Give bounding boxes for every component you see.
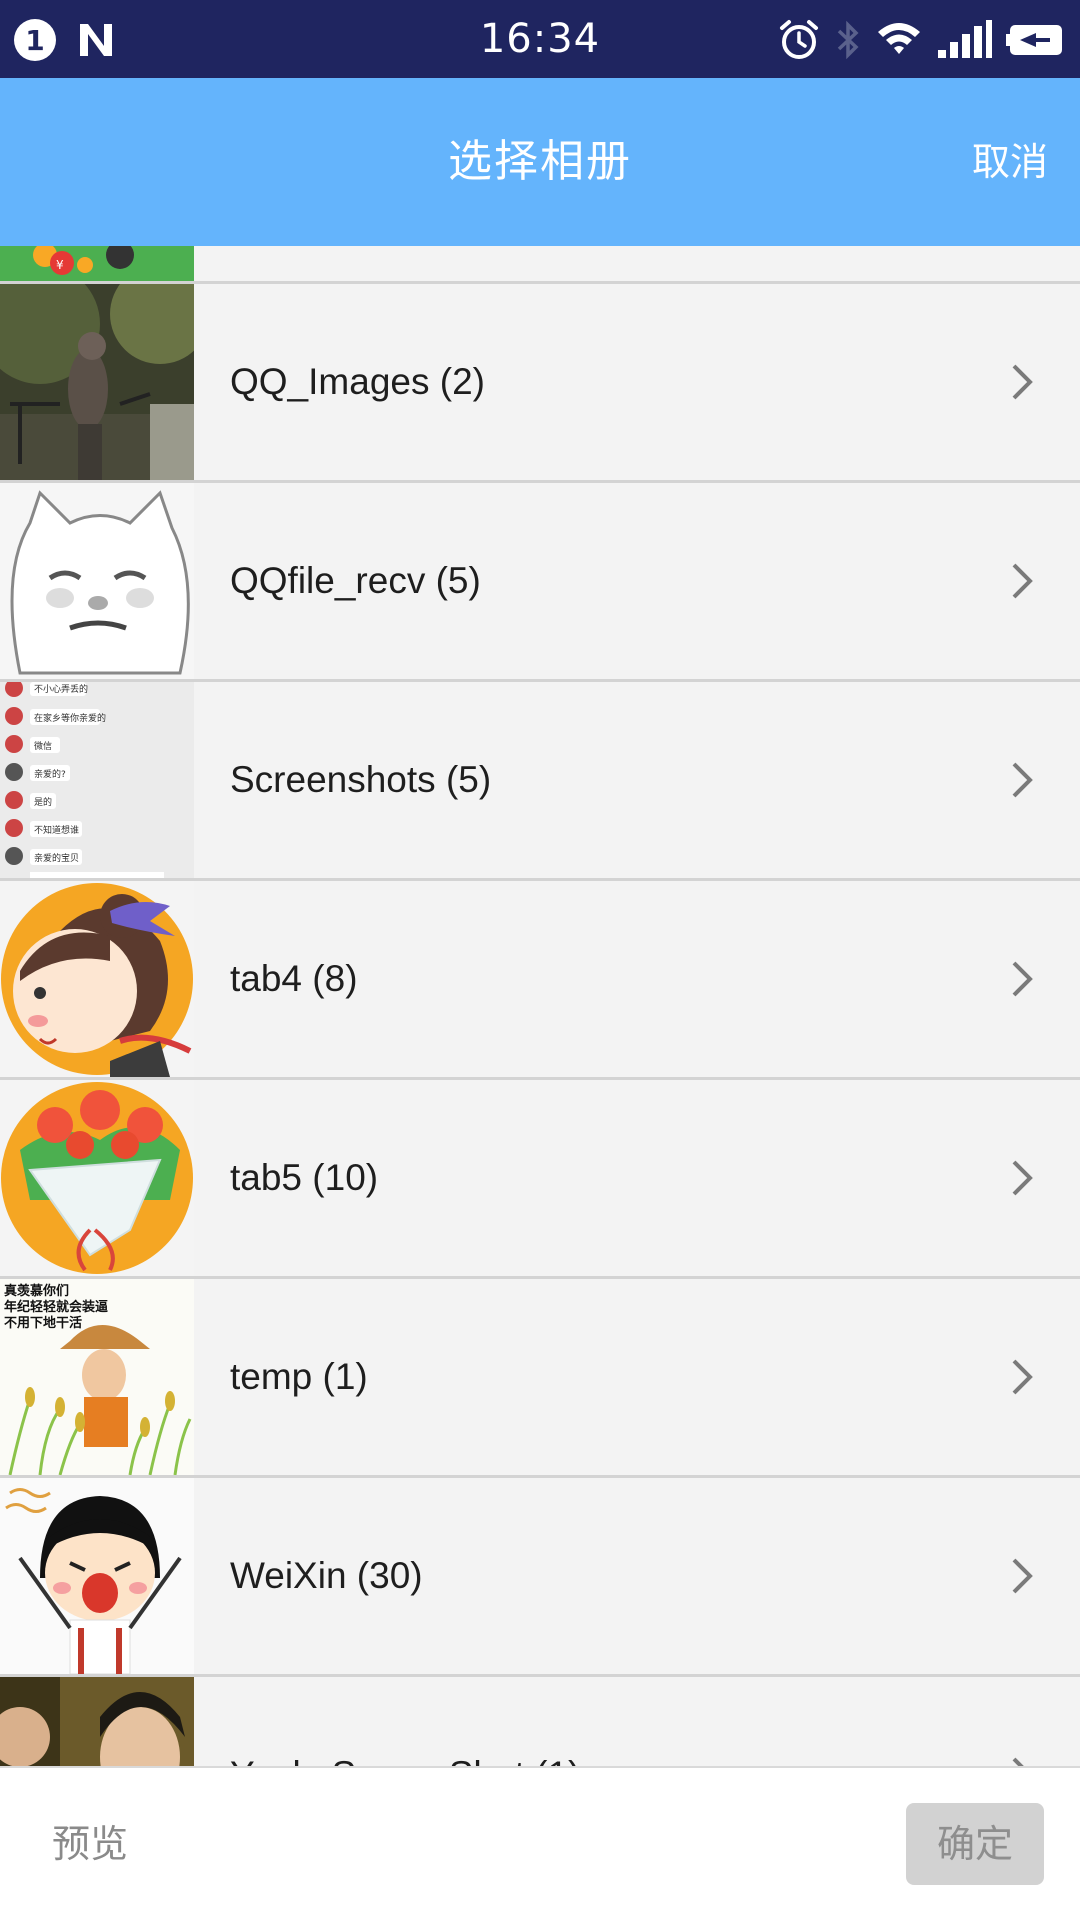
album-row[interactable]: YoukuScreenShot (1) — [0, 1677, 1080, 1766]
album-label: QQ_Images (2) — [230, 361, 485, 402]
confirm-button[interactable]: 确定 — [906, 1803, 1044, 1885]
thumb-text: 不知道想谁 — [34, 824, 79, 836]
chevron-right-icon — [1012, 1160, 1033, 1196]
battery-icon — [1006, 25, 1062, 55]
album-label: YoukuScreenShot (1) — [230, 1677, 580, 1766]
preview-button[interactable]: 预览 — [52, 1768, 128, 1920]
album-label: WeiXin (30) — [230, 1555, 423, 1596]
chevron-right-icon — [1012, 1359, 1033, 1395]
wifi-icon — [878, 23, 920, 54]
album-row[interactable]: ¥ — [0, 246, 1080, 284]
album-thumbnail: ¥ — [0, 246, 194, 281]
album-thumbnail: 不小心弄丢的 在家乡等你亲爱的 微信 亲爱的? 是的 不知道想谁 亲爱的宝贝 — [0, 682, 194, 878]
album-row[interactable]: 不小心弄丢的 在家乡等你亲爱的 微信 亲爱的? 是的 不知道想谁 亲爱的宝贝 S… — [0, 682, 1080, 881]
app-bar: 选择相册 取消 — [0, 78, 1080, 246]
thumb-text: 在家乡等你亲爱的 — [34, 712, 106, 724]
album-thumbnail — [0, 881, 194, 1077]
album-thumbnail — [0, 284, 194, 480]
alarm-icon — [780, 20, 818, 59]
thumb-text: 亲爱的? — [34, 768, 66, 780]
album-label: QQfile_recv (5) — [230, 560, 481, 601]
album-thumbnail — [0, 483, 194, 679]
album-row[interactable]: 真羡慕你们 年纪轻轻就会装逼 不用下地干活 temp (1) — [0, 1279, 1080, 1478]
thumb-text: 是的 — [34, 796, 52, 808]
chevron-right-icon — [1012, 563, 1033, 599]
album-thumbnail — [0, 1080, 194, 1276]
signal-icon — [938, 20, 992, 58]
svg-text:¥: ¥ — [56, 258, 64, 272]
thumb-caption: 真羡慕你们 — [4, 1283, 69, 1299]
album-thumbnail — [0, 1478, 194, 1674]
album-list[interactable]: ¥ QQ_Images (2) QQfile_recv (5) 不小心弄丢的 在… — [0, 246, 1080, 1766]
cancel-button[interactable]: 取消 — [972, 78, 1048, 246]
bottom-bar: 预览 确定 — [0, 1766, 1080, 1920]
album-label: tab4 (8) — [230, 958, 358, 999]
album-label: temp (1) — [230, 1356, 368, 1397]
thumb-text: 不小心弄丢的 — [34, 683, 88, 695]
album-thumbnail — [0, 1677, 194, 1766]
chevron-right-icon — [1012, 1558, 1033, 1594]
chevron-right-icon — [1012, 762, 1033, 798]
chevron-right-icon — [1012, 1757, 1024, 1766]
album-row[interactable]: tab5 (10) — [0, 1080, 1080, 1279]
album-row[interactable]: tab4 (8) — [0, 881, 1080, 1080]
page-title: 选择相册 — [448, 136, 632, 187]
thumb-caption: 不用下地干活 — [4, 1315, 82, 1331]
album-row[interactable]: QQfile_recv (5) — [0, 483, 1080, 682]
thumb-caption: 年纪轻轻就会装逼 — [4, 1299, 108, 1315]
chevron-right-icon — [1012, 961, 1033, 997]
thumb-text: 亲爱的宝贝 — [34, 852, 79, 864]
thumb-text: 微信 — [34, 740, 52, 752]
status-bar: 1 16:34 — [0, 0, 1080, 78]
album-label: Screenshots (5) — [230, 759, 492, 800]
chevron-right-icon — [1012, 364, 1033, 400]
album-thumbnail: 真羡慕你们 年纪轻轻就会装逼 不用下地干活 — [0, 1279, 194, 1475]
bluetooth-icon — [837, 20, 859, 60]
album-label: tab5 (10) — [230, 1157, 379, 1198]
album-row[interactable]: QQ_Images (2) — [0, 284, 1080, 483]
album-row[interactable]: WeiXin (30) — [0, 1478, 1080, 1677]
